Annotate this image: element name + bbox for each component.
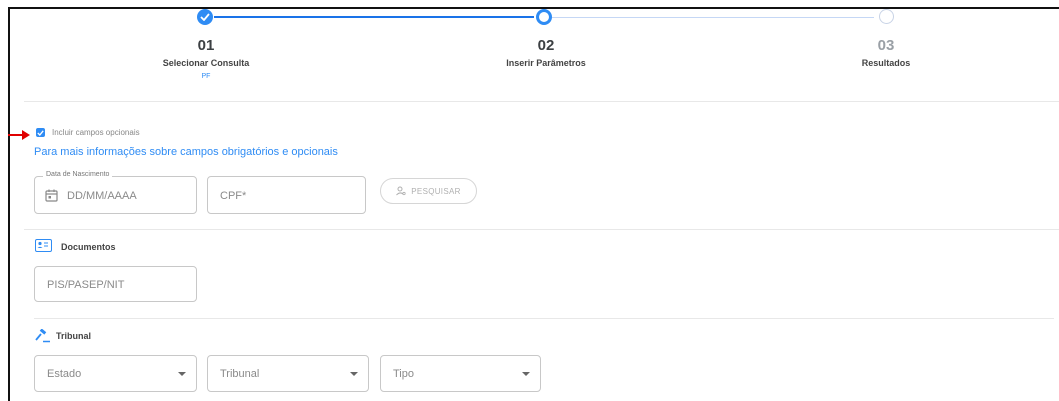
cpf-placeholder: CPF* xyxy=(220,190,247,202)
step-2-active-dot xyxy=(536,9,552,25)
stepper-line-completed xyxy=(214,16,534,18)
pis-placeholder: PIS/PASEP/NIT xyxy=(47,279,125,291)
divider xyxy=(24,229,1059,230)
step-3-pending-dot xyxy=(879,9,894,24)
chevron-down-icon xyxy=(178,372,186,376)
include-optional-label[interactable]: Incluir campos opcionais xyxy=(52,128,140,137)
step-3-number: 03 xyxy=(877,37,895,54)
cpf-field[interactable]: CPF* xyxy=(207,176,366,214)
gavel-icon xyxy=(35,329,50,343)
divider xyxy=(34,318,1054,319)
tribunal-section-title: Tribunal xyxy=(56,331,92,341)
tribunal-select[interactable]: Tribunal xyxy=(207,355,369,392)
chevron-down-icon xyxy=(350,372,358,376)
step-1-check-icon xyxy=(197,9,213,25)
step-1-number: 01 xyxy=(197,37,215,54)
chevron-down-icon xyxy=(522,372,530,376)
divider xyxy=(24,101,1059,102)
birth-date-field[interactable]: Data de Nascimento DD/MM/AAAA xyxy=(34,171,197,214)
step-1-sublabel: PF xyxy=(201,73,211,80)
stepper-line-pending xyxy=(549,17,874,18)
include-optional-checkbox[interactable] xyxy=(36,128,45,137)
tribunal-placeholder: Tribunal xyxy=(220,368,260,380)
step-2-number: 02 xyxy=(537,37,555,54)
tipo-placeholder: Tipo xyxy=(393,368,414,380)
search-button[interactable]: PESQUISAR xyxy=(380,178,477,204)
step-3-label: Resultados xyxy=(861,58,911,68)
step-2-label: Inserir Parâmetros xyxy=(506,58,586,68)
id-card-icon xyxy=(35,239,52,252)
pis-pasep-nit-field[interactable]: PIS/PASEP/NIT xyxy=(34,266,197,302)
birth-date-legend: Data de Nascimento xyxy=(43,171,113,178)
optional-fields-info-link[interactable]: Para mais informações sobre campos obrig… xyxy=(34,146,338,158)
documents-section-title: Documentos xyxy=(61,242,116,252)
red-arrow-icon xyxy=(8,130,30,140)
search-button-label: PESQUISAR xyxy=(411,186,461,196)
step-1-label: Selecionar Consulta xyxy=(162,58,250,68)
person-search-icon xyxy=(396,186,406,196)
calendar-icon[interactable] xyxy=(45,189,58,202)
estado-placeholder: Estado xyxy=(47,368,82,380)
tipo-select[interactable]: Tipo xyxy=(380,355,541,392)
estado-select[interactable]: Estado xyxy=(34,355,197,392)
birth-date-placeholder: DD/MM/AAAA xyxy=(67,190,137,202)
